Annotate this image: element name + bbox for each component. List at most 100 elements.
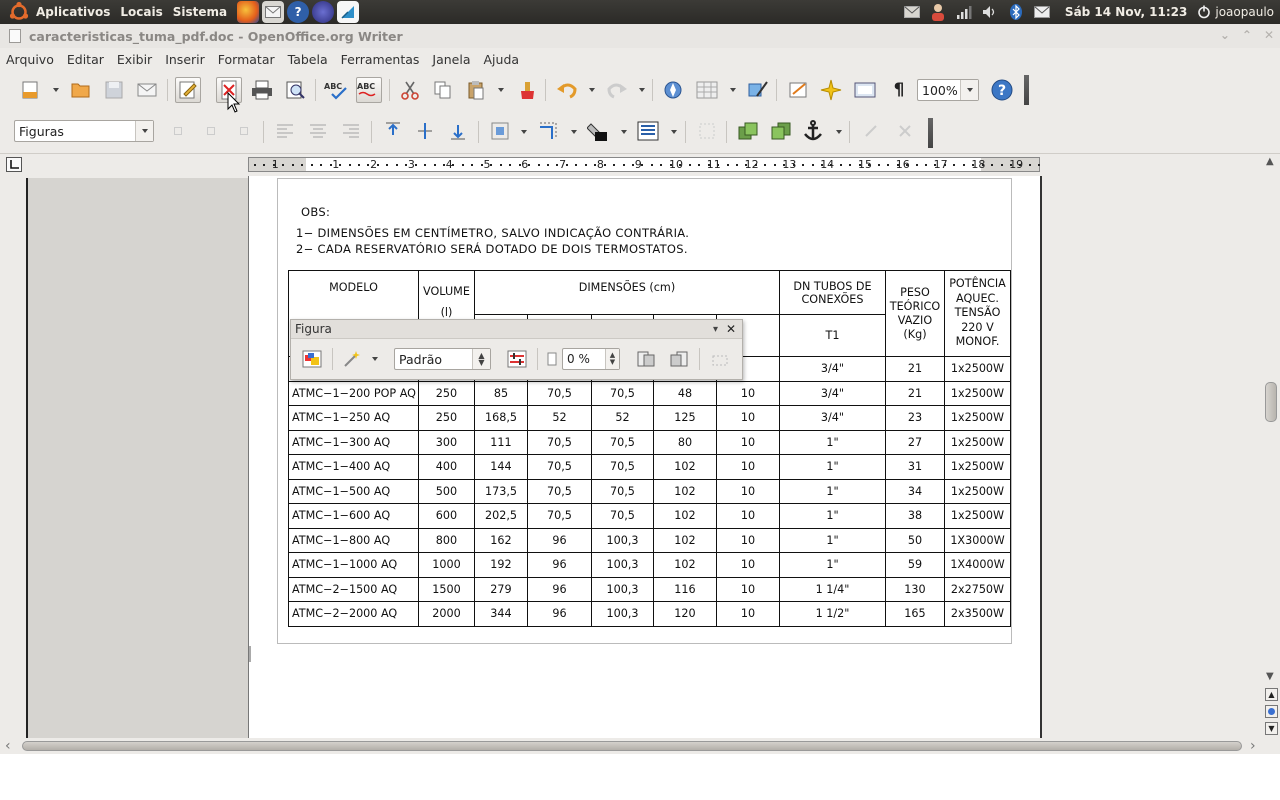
- formatting-marks-icon[interactable]: ¶: [886, 77, 912, 103]
- clone-formatting-icon[interactable]: [515, 77, 541, 103]
- writer-launcher-icon[interactable]: [337, 1, 360, 23]
- vertical-scrollbar[interactable]: ▲ ▼ ▲ ▼: [1262, 154, 1280, 738]
- panel-menu-places[interactable]: Locais: [120, 5, 162, 19]
- spellcheck-icon[interactable]: ABC: [323, 77, 349, 103]
- navigation-icon[interactable]: [1265, 705, 1278, 718]
- flip-horizontal-icon[interactable]: [666, 346, 692, 372]
- help-launcher-icon[interactable]: ?: [287, 1, 310, 23]
- align-vcenter-icon[interactable]: [412, 118, 438, 144]
- minimize-icon[interactable]: ⌄: [1220, 28, 1230, 42]
- scroll-up-icon[interactable]: ▲: [1266, 156, 1274, 167]
- eclipse-launcher-icon[interactable]: [312, 1, 335, 23]
- save-icon[interactable]: [101, 77, 127, 103]
- menu-ajuda[interactable]: Ajuda: [484, 52, 520, 67]
- vertical-scroll-thumb[interactable]: [1265, 382, 1277, 422]
- mail-notify-icon[interactable]: [903, 4, 921, 20]
- borders-icon[interactable]: [635, 118, 661, 144]
- align-bottom-icon[interactable]: [445, 118, 471, 144]
- panel-menu-applications[interactable]: Aplicativos: [36, 5, 110, 19]
- menu-janela[interactable]: Janela: [432, 52, 470, 67]
- zoom-combo[interactable]: 100%: [917, 79, 979, 101]
- anchor-frame-icon[interactable]: [535, 118, 561, 144]
- bring-to-front-icon[interactable]: [735, 118, 761, 144]
- print-preview-icon[interactable]: [282, 77, 308, 103]
- anchor-icon[interactable]: [800, 118, 826, 144]
- hyperlink-icon[interactable]: [786, 77, 812, 103]
- panel-clock[interactable]: Sáb 14 Nov, 11:23: [1065, 5, 1187, 19]
- cut-icon[interactable]: [397, 77, 423, 103]
- paste-icon[interactable]: [463, 77, 489, 103]
- figure-toolbar-header[interactable]: Figura ▾ ✕: [291, 320, 742, 339]
- ruler-scale[interactable]: 1 1 2 3 4 5 6 7 8 9 10 11 12 13 14 15 16 17 18 19: [248, 157, 1041, 172]
- frame-toolbar-grip[interactable]: [928, 118, 933, 148]
- menu-tabela[interactable]: Tabela: [288, 52, 328, 67]
- figure-toolbar-close-icon[interactable]: ✕: [726, 320, 736, 339]
- copy-icon[interactable]: [430, 77, 456, 103]
- next-page-icon[interactable]: ▼: [1265, 722, 1278, 735]
- tab-stop-selector-icon[interactable]: [6, 157, 22, 172]
- flip-vertical-icon[interactable]: [633, 346, 659, 372]
- link-frames-icon[interactable]: [858, 118, 884, 144]
- transparency-spinner-icon[interactable]: ▲ ▼: [605, 349, 619, 369]
- align-center-icon[interactable]: [305, 118, 331, 144]
- horizontal-ruler[interactable]: 1 1 2 3 4 5 6 7 8 9 10 11 12 13 14 15 16 17 18 19: [0, 154, 1280, 176]
- panel-username[interactable]: joaopaulo: [1215, 5, 1274, 19]
- wrap-through-icon[interactable]: [231, 118, 257, 144]
- transparency-spinner[interactable]: 0 % ▲ ▼: [562, 348, 620, 370]
- background-color-icon[interactable]: [585, 118, 611, 144]
- data-sources-icon[interactable]: [852, 77, 878, 103]
- align-top-icon[interactable]: [380, 118, 406, 144]
- close-window-icon[interactable]: ✕: [1264, 28, 1274, 42]
- color-adjust-icon[interactable]: [504, 346, 530, 372]
- redo-icon[interactable]: [604, 77, 630, 103]
- send-to-back-icon[interactable]: [768, 118, 794, 144]
- style-combo[interactable]: Figuras: [14, 120, 154, 142]
- panel-menu-system[interactable]: Sistema: [173, 5, 227, 19]
- show-draw-functions-icon[interactable]: [745, 77, 771, 103]
- graphics-mode-spinner-icon[interactable]: ▲ ▼: [472, 349, 490, 369]
- menu-arquivo[interactable]: Arquivo: [6, 52, 54, 67]
- auto-spellcheck-icon[interactable]: ABC: [356, 77, 382, 103]
- document-area[interactable]: OBS: 1− DIMENSÕES EM CENTÍMETRO, SALVO I…: [0, 176, 1280, 738]
- menu-inserir[interactable]: Inserir: [165, 52, 205, 67]
- wrap-page-icon[interactable]: [198, 118, 224, 144]
- toolbar-grip[interactable]: [1024, 75, 1029, 105]
- menu-ferramentas[interactable]: Ferramentas: [341, 52, 420, 67]
- wrap-options-icon[interactable]: [487, 118, 513, 144]
- previous-page-icon[interactable]: ▲: [1265, 688, 1278, 701]
- email-document-icon[interactable]: [134, 77, 160, 103]
- help-icon[interactable]: ?: [989, 77, 1015, 103]
- scroll-down-icon[interactable]: ▼: [1266, 671, 1274, 682]
- messages-icon[interactable]: [1033, 4, 1051, 20]
- wrap-off-icon[interactable]: [165, 118, 191, 144]
- mail-launcher-icon[interactable]: [262, 1, 285, 23]
- image-filter-wand-icon[interactable]: [339, 346, 365, 372]
- new-dropdown-icon[interactable]: [53, 88, 59, 92]
- insert-table-icon[interactable]: [694, 77, 720, 103]
- gallery-icon[interactable]: [818, 77, 844, 103]
- scroll-right-icon[interactable]: ›: [1250, 738, 1256, 754]
- scroll-left-icon[interactable]: ‹: [5, 738, 11, 754]
- unlink-frames-icon[interactable]: [892, 118, 918, 144]
- crop-icon[interactable]: [707, 346, 733, 372]
- border-style-icon[interactable]: [694, 118, 720, 144]
- navigator-icon[interactable]: [660, 77, 686, 103]
- filter-dropdown-icon[interactable]: [372, 357, 378, 361]
- print-icon[interactable]: [249, 77, 275, 103]
- bluetooth-icon[interactable]: [1007, 4, 1025, 20]
- window-titlebar[interactable]: caracteristicas_tuma_pdf.doc - OpenOffic…: [0, 24, 1280, 48]
- figure-floating-toolbar[interactable]: Figura ▾ ✕ Padrão ▲ ▼ 0 % ▲ ▼: [290, 319, 743, 380]
- network-signal-icon[interactable]: [955, 4, 973, 20]
- menu-exibir[interactable]: Exibir: [117, 52, 152, 67]
- firefox-launcher-icon[interactable]: [237, 1, 260, 23]
- open-icon[interactable]: [68, 77, 94, 103]
- menu-editar[interactable]: Editar: [67, 52, 104, 67]
- ubuntu-logo-icon[interactable]: [8, 1, 30, 23]
- maximize-icon[interactable]: ⌃: [1242, 28, 1252, 42]
- power-icon[interactable]: [1195, 4, 1213, 20]
- volume-icon[interactable]: [981, 4, 999, 20]
- align-left-icon[interactable]: [272, 118, 298, 144]
- undo-icon[interactable]: [554, 77, 580, 103]
- user-status-icon[interactable]: [929, 4, 947, 21]
- horizontal-scroll-thumb[interactable]: [22, 741, 1242, 751]
